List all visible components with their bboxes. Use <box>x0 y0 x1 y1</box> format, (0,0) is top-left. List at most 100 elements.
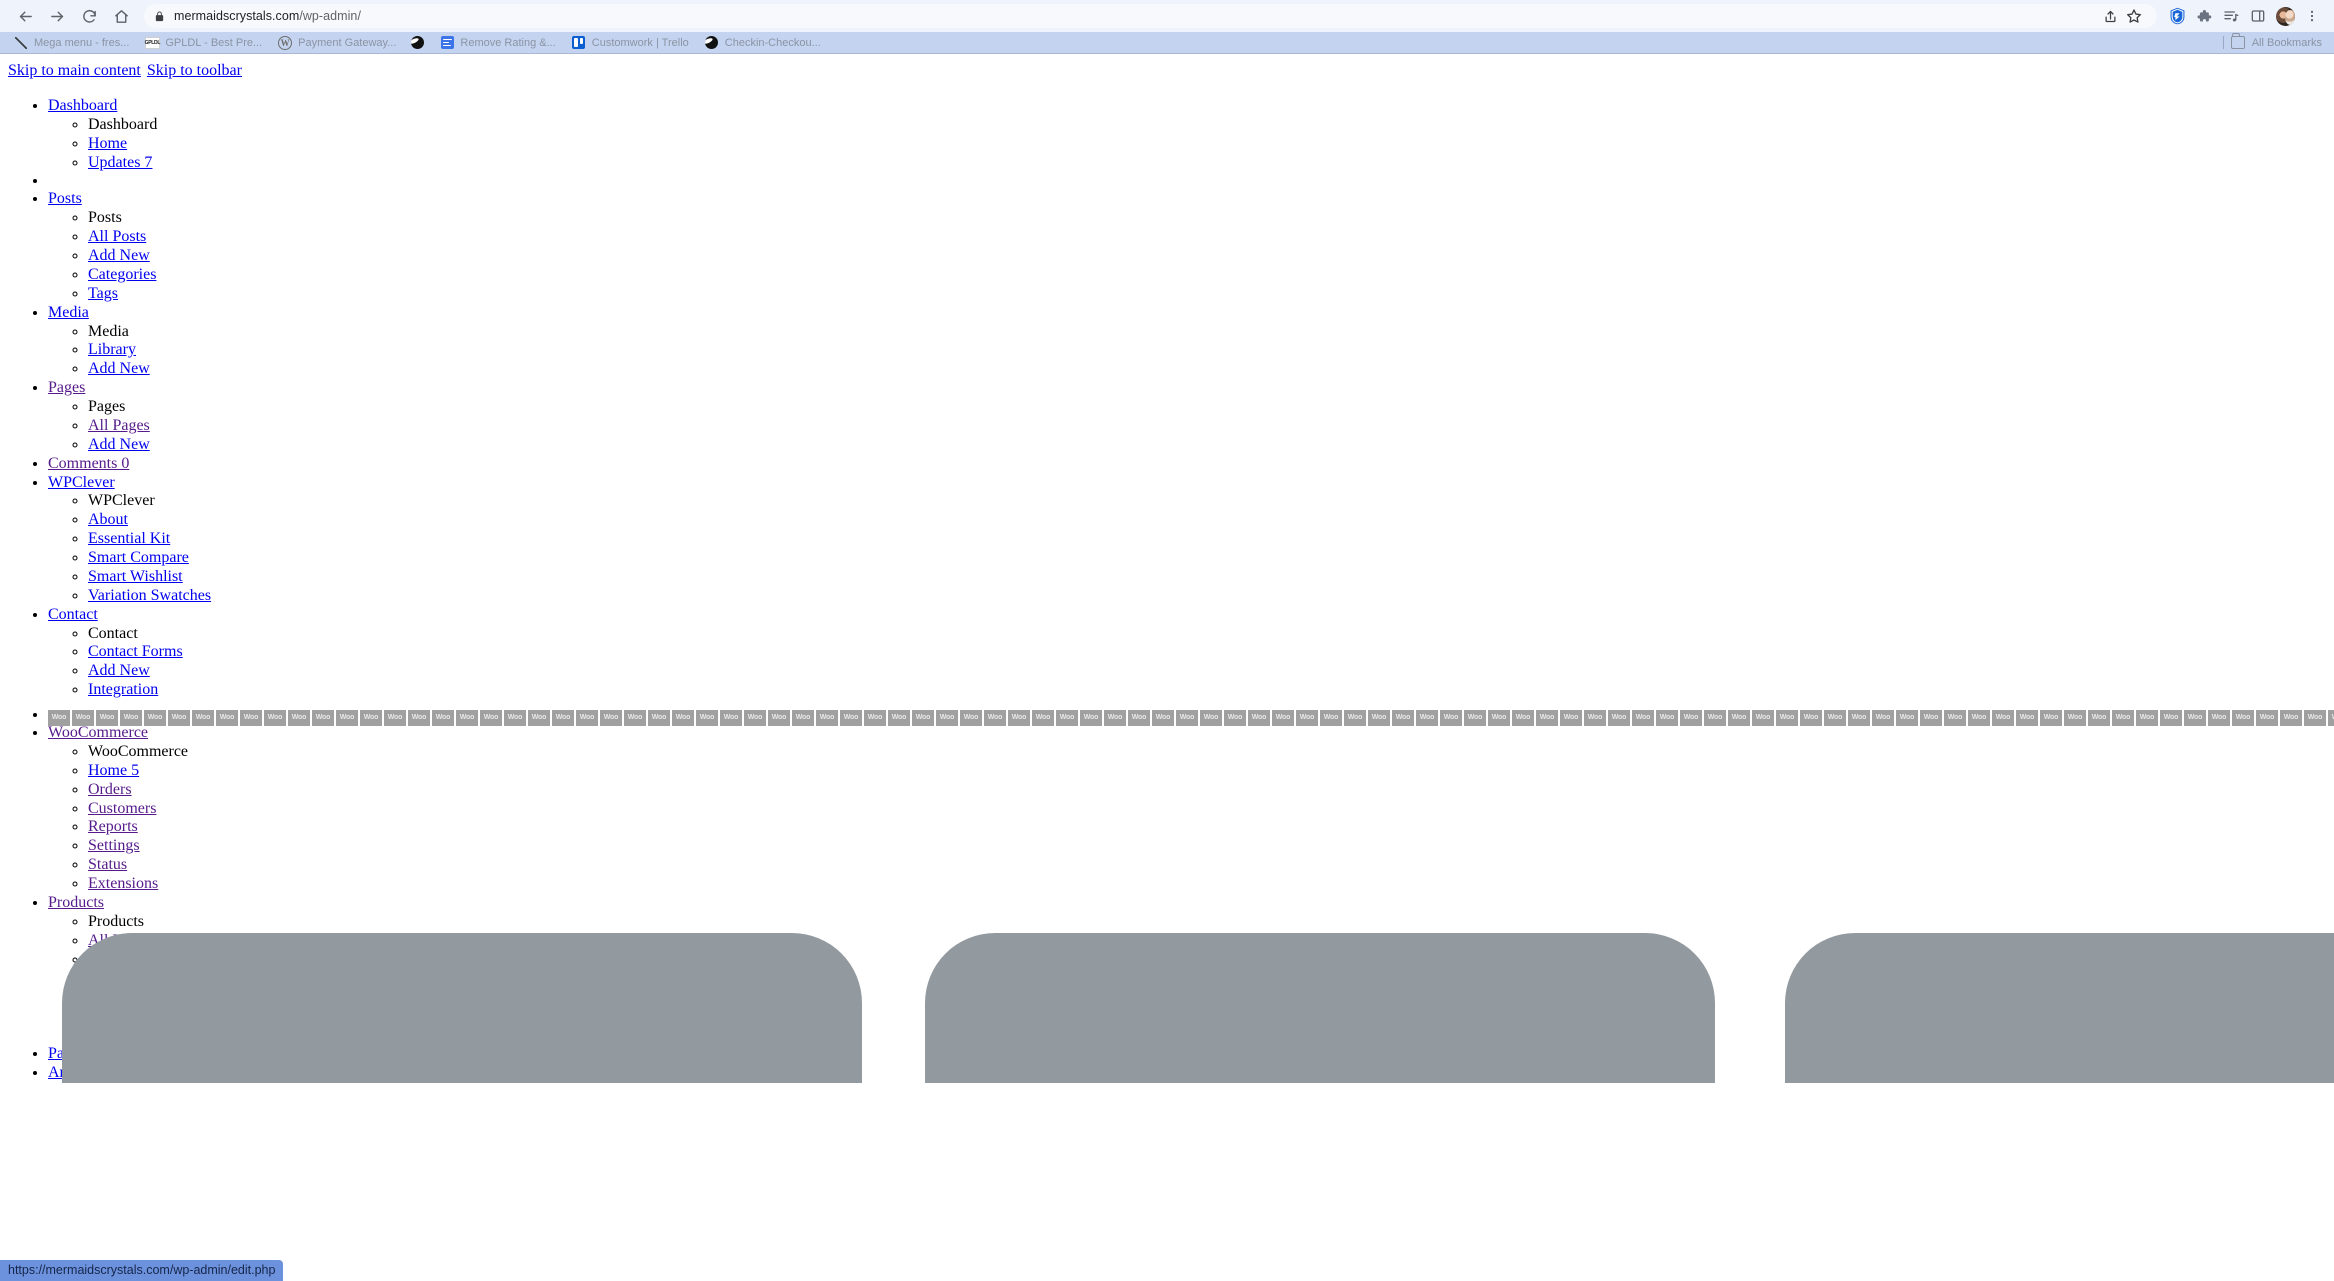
admin-submenu-link-add-new[interactable]: Add New <box>88 662 150 679</box>
admin-submenu-item[interactable]: Add New <box>88 360 2326 379</box>
admin-submenu-link-integration[interactable]: Integration <box>88 681 158 698</box>
admin-submenu-item[interactable]: Add New <box>88 951 2326 970</box>
side-panel-icon[interactable] <box>2246 4 2270 28</box>
star-icon[interactable] <box>2123 5 2145 27</box>
admin-menu-top-posts[interactable]: Posts <box>48 190 82 209</box>
admin-submenu-item[interactable]: Settings <box>88 837 2326 856</box>
admin-submenu: PostsAll Posts Add New Categories Tags <box>48 209 2326 303</box>
home-icon[interactable] <box>106 1 136 31</box>
admin-submenu-link-home-5[interactable]: Home 5 <box>88 762 139 779</box>
profile-avatar[interactable] <box>2273 4 2297 28</box>
bookmark-item[interactable]: Remove Rating &... <box>432 33 563 53</box>
skip-to-main-content-link[interactable]: Skip to main content <box>8 62 141 79</box>
skip-to-toolbar-link[interactable]: Skip to toolbar <box>147 62 242 79</box>
admin-submenu-item[interactable]: Orders <box>88 781 2326 800</box>
zenmate-shield-icon[interactable] <box>2165 4 2189 28</box>
admin-menu-top-woocommerce[interactable]: WooCommerce <box>48 724 148 743</box>
admin-submenu-link-tags[interactable]: Tags <box>88 285 118 302</box>
admin-submenu-item[interactable]: Tags <box>88 285 2326 304</box>
admin-submenu-item[interactable]: Reports <box>88 818 2326 837</box>
reading-list-icon[interactable] <box>2219 4 2243 28</box>
admin-submenu-item[interactable]: About <box>88 511 2326 530</box>
admin-menu-top-media[interactable]: Media <box>48 304 89 323</box>
admin-submenu-item[interactable]: Extensions <box>88 875 2326 894</box>
admin-submenu-link-settings[interactable]: Settings <box>88 837 140 854</box>
admin-submenu-item[interactable]: Add New <box>88 662 2326 681</box>
address-bar[interactable]: mermaidscrystals.com/wp-admin/ <box>144 4 2157 28</box>
admin-submenu-link-tags[interactable]: Tags <box>88 988 118 1005</box>
admin-submenu-link-reviews[interactable]: Reviews <box>88 1026 143 1043</box>
admin-submenu-link-all-posts[interactable]: All Posts <box>88 228 146 245</box>
admin-submenu-link-orders[interactable]: Orders <box>88 781 132 798</box>
admin-submenu-link-home[interactable]: Home <box>88 135 127 152</box>
admin-submenu-link-all-products[interactable]: All Products <box>88 932 168 949</box>
admin-submenu-link-about[interactable]: About <box>88 511 128 528</box>
admin-submenu-link-smart-compare[interactable]: Smart Compare <box>88 549 189 566</box>
bookmark-item[interactable]: Checkin-Checkou... <box>697 33 829 53</box>
all-bookmarks-group: All Bookmarks <box>2222 33 2328 50</box>
admin-submenu-item[interactable]: Customers <box>88 800 2326 819</box>
admin-submenu-link-essential-kit[interactable]: Essential Kit <box>88 530 170 547</box>
admin-menu-top-pages[interactable]: Pages <box>48 379 85 398</box>
back-arrow-icon[interactable] <box>10 1 40 31</box>
admin-submenu-link-updates-7[interactable]: Updates 7 <box>88 154 152 171</box>
admin-submenu-item[interactable]: Smart Compare <box>88 549 2326 568</box>
admin-submenu-link-attributes[interactable]: Attributes <box>88 1007 152 1024</box>
woo-icon-chip: Woo <box>1488 710 1510 727</box>
admin-submenu-link-add-new[interactable]: Add New <box>88 436 150 453</box>
admin-submenu-item[interactable]: Attributes <box>88 1007 2326 1026</box>
admin-submenu-item[interactable]: Integration <box>88 681 2326 700</box>
admin-menu-top-payments-1[interactable]: Payments 1 <box>48 1045 122 1064</box>
admin-submenu-link-reports[interactable]: Reports <box>88 818 138 835</box>
admin-submenu-link-add-new[interactable]: Add New <box>88 951 150 968</box>
admin-submenu-link-categories[interactable]: Categories <box>88 266 156 283</box>
admin-submenu-link-smart-wishlist[interactable]: Smart Wishlist <box>88 568 183 585</box>
admin-submenu-item[interactable]: Smart Wishlist <box>88 568 2326 587</box>
admin-submenu-link-all-pages[interactable]: All Pages <box>88 417 150 434</box>
admin-menu-top-analytics[interactable]: Analytics <box>48 1064 109 1083</box>
admin-submenu-item[interactable]: Library <box>88 341 2326 360</box>
admin-submenu-item[interactable]: Categories <box>88 969 2326 988</box>
bookmark-item[interactable]: Customwork | Trello <box>564 33 697 53</box>
bookmark-item[interactable]: W Payment Gateway... <box>270 33 404 53</box>
admin-submenu-item[interactable]: Categories <box>88 266 2326 285</box>
admin-submenu-item[interactable]: Home <box>88 135 2326 154</box>
admin-submenu-item[interactable]: All Posts <box>88 228 2326 247</box>
admin-submenu-item[interactable]: Contact Forms <box>88 643 2326 662</box>
admin-menu-top-dashboard[interactable]: Dashboard <box>48 97 117 116</box>
admin-submenu-item[interactable]: Reviews <box>88 1026 2326 1045</box>
admin-submenu-item[interactable]: All Products <box>88 932 2326 951</box>
share-icon[interactable] <box>2099 5 2121 27</box>
extensions-puzzle-icon[interactable] <box>2192 4 2216 28</box>
admin-menu-group: PostsPostsAll PostsAdd NewCategoriesTags <box>48 190 2326 303</box>
admin-submenu-link-status[interactable]: Status <box>88 856 127 873</box>
bookmark-item[interactable] <box>404 33 432 53</box>
admin-submenu-link-contact-forms[interactable]: Contact Forms <box>88 643 183 660</box>
admin-submenu-item[interactable]: Home 5 <box>88 762 2326 781</box>
admin-submenu-link-library[interactable]: Library <box>88 341 136 358</box>
admin-submenu-link-categories[interactable]: Categories <box>88 969 156 986</box>
admin-submenu-item[interactable]: All Pages <box>88 417 2326 436</box>
admin-submenu-item[interactable]: Variation Swatches <box>88 587 2326 606</box>
chrome-menu-icon[interactable] <box>2300 4 2324 28</box>
admin-submenu-link-variation-swatches[interactable]: Variation Swatches <box>88 587 211 604</box>
admin-submenu-item[interactable]: Add New <box>88 247 2326 266</box>
admin-submenu-item[interactable]: Essential Kit <box>88 530 2326 549</box>
admin-submenu-link-extensions[interactable]: Extensions <box>88 875 158 892</box>
admin-submenu-link-add-new[interactable]: Add New <box>88 360 150 377</box>
admin-submenu-item[interactable]: Add New <box>88 436 2326 455</box>
admin-menu-top-comments-0[interactable]: Comments 0 <box>48 455 129 474</box>
admin-menu-top-wpclever[interactable]: WPClever <box>48 474 115 493</box>
admin-submenu: WooCommerceHome 5 Orders CustomersReports S… <box>48 743 2326 894</box>
admin-submenu-item[interactable]: Tags <box>88 988 2326 1007</box>
admin-submenu-item[interactable]: Status <box>88 856 2326 875</box>
admin-submenu-link-customers[interactable]: Customers <box>88 800 156 817</box>
bookmark-item[interactable]: GPLDL GPLDL - Best Pre... <box>137 33 270 53</box>
admin-submenu-link-add-new[interactable]: Add New <box>88 247 150 264</box>
admin-submenu-item[interactable]: Updates 7 <box>88 154 2326 173</box>
admin-menu-top-contact[interactable]: Contact <box>48 606 98 625</box>
bookmark-item[interactable]: Mega menu - fres... <box>6 33 137 53</box>
admin-menu-top-products[interactable]: Products <box>48 894 104 913</box>
forward-arrow-icon[interactable] <box>42 1 72 31</box>
reload-icon[interactable] <box>74 1 104 31</box>
